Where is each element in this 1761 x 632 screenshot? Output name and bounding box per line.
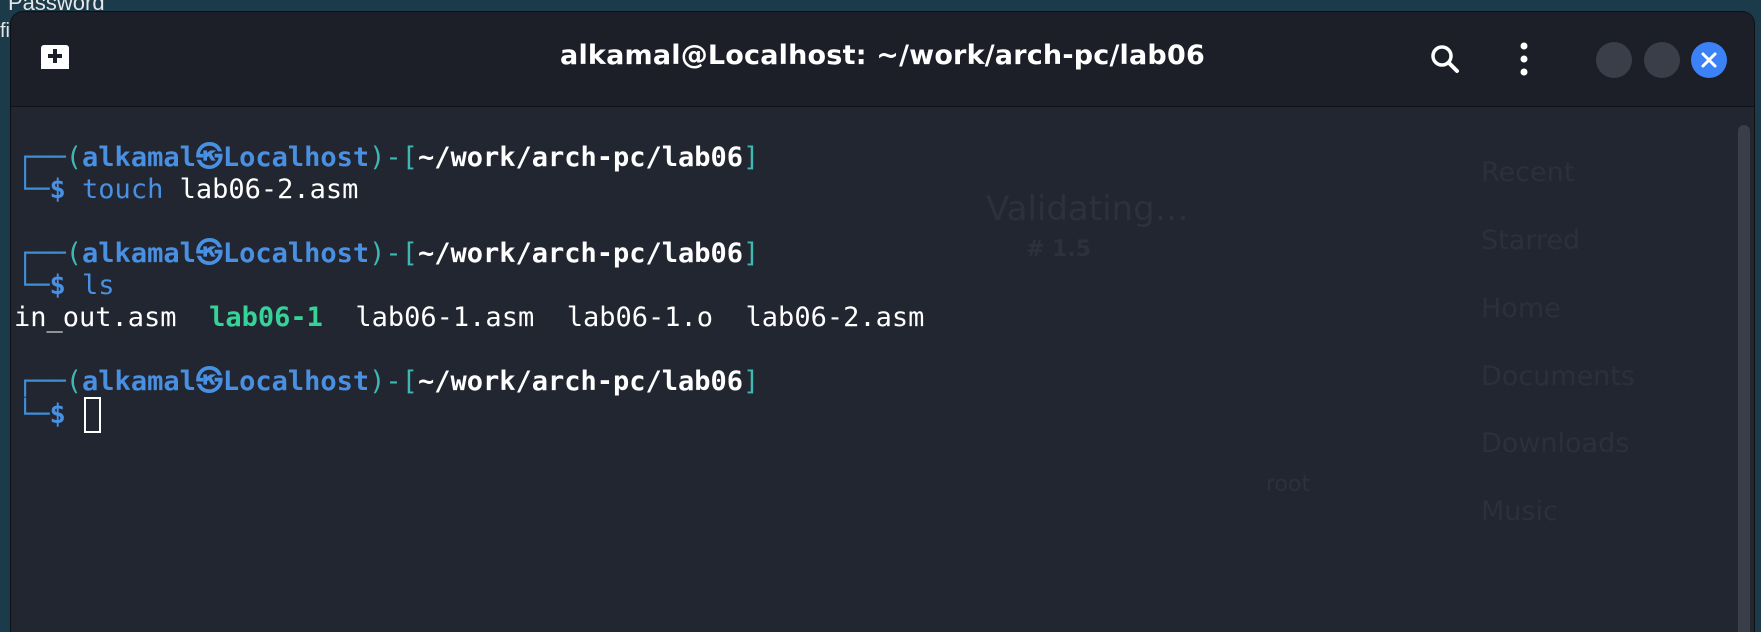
command-name: touch <box>82 174 164 205</box>
active-command-line[interactable]: └─$ <box>17 397 102 433</box>
maximize-button[interactable] <box>1644 42 1680 78</box>
desktop-background-text-2: fi <box>0 20 10 42</box>
ls-file: lab06-2.asm <box>745 302 925 333</box>
ls-file: lab06-1.o <box>566 302 714 333</box>
close-button[interactable] <box>1691 42 1727 78</box>
terminal-window: alkamal@Localhost: ~/work/arch-pc/lab06 <box>11 12 1754 632</box>
ls-file: in_out.asm <box>14 302 177 333</box>
kebab-menu-icon[interactable] <box>1514 41 1534 77</box>
ls-file: lab06-1.asm <box>355 302 535 333</box>
window-title: alkamal@Localhost: ~/work/arch-pc/lab06 <box>560 40 1205 71</box>
prompt-line: ┌──(alkamal㉿Localhost)-[~/work/arch-pc/l… <box>17 142 760 173</box>
search-icon[interactable] <box>1427 41 1463 77</box>
title-bar[interactable]: alkamal@Localhost: ~/work/arch-pc/lab06 <box>11 12 1754 107</box>
text-cursor <box>84 397 102 433</box>
command-line: └─$ ls <box>17 270 115 301</box>
scrollbar[interactable] <box>1738 125 1750 632</box>
ls-executable: lab06-1 <box>209 302 323 333</box>
command-line: └─$ touch lab06-2.asm <box>17 174 359 205</box>
prompt-line: ┌──(alkamal㉿Localhost)-[~/work/arch-pc/l… <box>17 238 760 269</box>
close-icon <box>1701 52 1717 68</box>
prompt-line: ┌──(alkamal㉿Localhost)-[~/work/arch-pc/l… <box>17 366 760 397</box>
command-name: ls <box>82 270 115 301</box>
terminal-output[interactable]: ┌──(alkamal㉿Localhost)-[~/work/arch-pc/l… <box>11 107 1736 632</box>
minimize-button[interactable] <box>1596 42 1632 78</box>
ls-output-line: in_out.asm lab06-1 lab06-1.asm lab06-1.o… <box>14 300 924 336</box>
command-args: lab06-2.asm <box>179 174 359 205</box>
